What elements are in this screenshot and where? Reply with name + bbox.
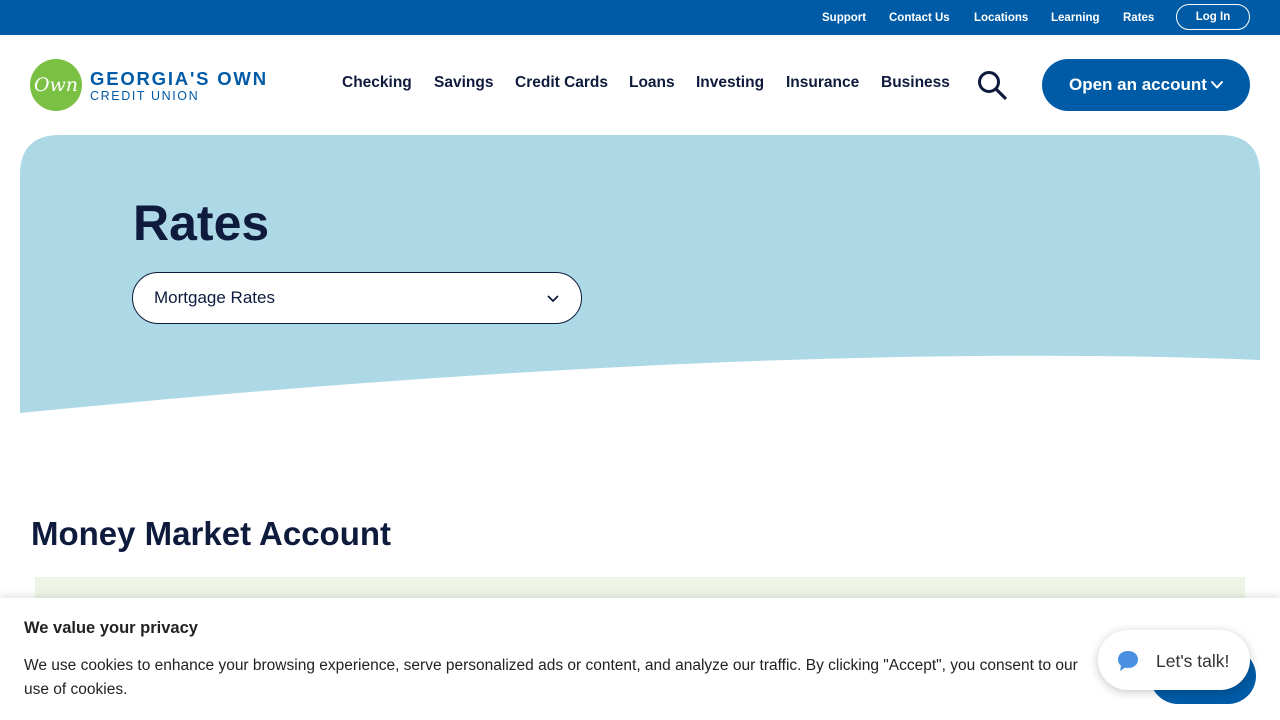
- cookie-title: We value your privacy: [24, 619, 198, 637]
- log-in-button[interactable]: Log In: [1176, 4, 1250, 30]
- main-header: Own GEORGIA'S OWN CREDIT UNION Checking …: [0, 35, 1280, 135]
- search-button[interactable]: [975, 70, 1009, 100]
- nav-insurance[interactable]: Insurance: [786, 74, 859, 92]
- logo-subtitle: CREDIT UNION: [90, 89, 200, 103]
- page-title: Rates: [133, 195, 270, 251]
- chat-label: Let's talk!: [1156, 651, 1230, 671]
- lets-talk-button[interactable]: Let's talk!: [1098, 630, 1250, 690]
- learning-link[interactable]: Learning: [1051, 12, 1100, 24]
- logo-mark: Own: [30, 59, 82, 111]
- chevron-down-icon: [547, 295, 559, 302]
- nav-investing[interactable]: Investing: [696, 74, 764, 92]
- cookie-text: We use cookies to enhance your browsing …: [24, 657, 1078, 698]
- cookie-banner: We value your privacy We use cookies to …: [0, 598, 1280, 720]
- section-title: Money Market Account: [31, 515, 392, 552]
- utility-bar: Support Contact Us Locations Learning Ra…: [0, 0, 1280, 35]
- search-icon: [978, 71, 1007, 100]
- open-account-button[interactable]: Open an account: [1042, 59, 1250, 111]
- rates-select-value: Mortgage Rates: [154, 288, 275, 307]
- contact-us-link[interactable]: Contact Us: [889, 12, 950, 24]
- nav-savings[interactable]: Savings: [434, 74, 493, 92]
- hero-banner: Rates Mortgage Rates: [20, 135, 1260, 415]
- nav-credit-cards[interactable]: Credit Cards: [515, 74, 608, 92]
- nav-loans[interactable]: Loans: [629, 74, 675, 92]
- logo-name: GEORGIA'S OWN: [90, 68, 268, 89]
- chat-bubble-icon: [1118, 651, 1138, 671]
- logo[interactable]: Own GEORGIA'S OWN CREDIT UNION: [30, 59, 280, 111]
- rates-link[interactable]: Rates: [1123, 12, 1154, 24]
- nav-checking[interactable]: Checking: [342, 74, 412, 92]
- chevron-down-icon: [1211, 81, 1223, 89]
- locations-link[interactable]: Locations: [974, 12, 1028, 24]
- open-account-label: Open an account: [1069, 75, 1207, 94]
- support-link[interactable]: Support: [822, 12, 866, 24]
- rates-select[interactable]: Mortgage Rates: [132, 272, 582, 324]
- nav-business[interactable]: Business: [881, 74, 950, 92]
